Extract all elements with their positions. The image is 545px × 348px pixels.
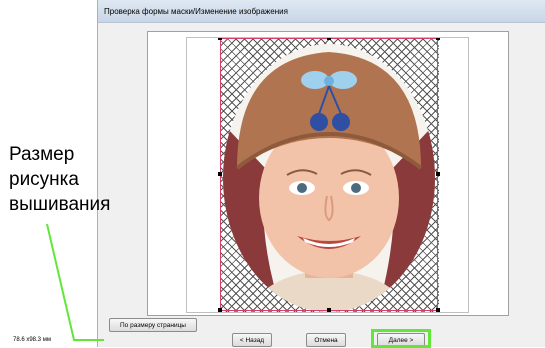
callout-line-2: рисунка (9, 169, 79, 190)
callout-line-3: вышивания (9, 194, 111, 215)
callout-line-1: Размер (9, 144, 75, 165)
embroidery-size-callout: Размер рисунка вышивания (9, 142, 139, 217)
screenshot: { "window": { "title": "Проверка формы м… (0, 0, 545, 348)
